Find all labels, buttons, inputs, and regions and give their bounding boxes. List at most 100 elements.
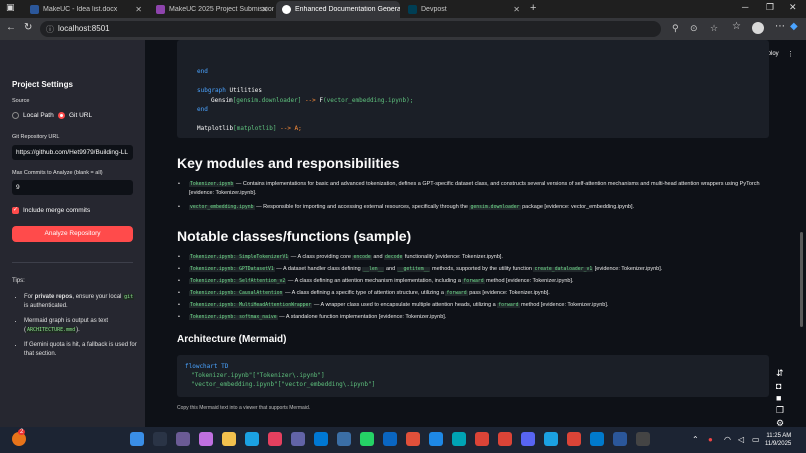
photos-icon[interactable] (429, 432, 443, 446)
bullet-text: — A standalone function implementation [… (277, 314, 447, 320)
bullet-text: and (371, 254, 385, 260)
radio-git-url[interactable]: Git URL (58, 112, 92, 119)
source-label: Source (12, 98, 30, 104)
tab-project-submission[interactable]: MakeUC 2025 Project Submission ✕ (150, 1, 274, 18)
code-text: [gensim.downloader] (232, 97, 302, 104)
tab-enhanced-documentation[interactable]: Enhanced Documentation Genera ✕ (276, 1, 400, 18)
task-view-icon[interactable] (176, 432, 190, 446)
copilot-icon[interactable]: ◆ (790, 21, 798, 32)
omnibox[interactable]: ⓘ localhost:8501 ⚲ ⊙ ☆ (40, 21, 718, 37)
scrollbar[interactable] (800, 232, 803, 327)
close-icon[interactable]: ✕ (387, 5, 394, 14)
bullet-text: — Contains implementations for basic and… (189, 181, 760, 196)
new-tab-icon[interactable]: + (530, 2, 536, 14)
close-icon[interactable]: ✕ (513, 5, 520, 14)
chrome-profile-icon[interactable] (498, 432, 512, 446)
code-text: Gensim (211, 97, 233, 104)
tip-text: ). (76, 327, 80, 333)
tray-chevron-icon[interactable]: ⌃ (692, 435, 699, 444)
window-close-icon[interactable]: ✕ (789, 2, 797, 13)
streamlit-icon (282, 5, 291, 14)
maximize-icon[interactable]: ❐ (766, 2, 774, 13)
terminal-icon[interactable] (636, 432, 650, 446)
analyze-repository-button[interactable]: Analyze Repository (12, 226, 133, 242)
chrome-icon[interactable] (475, 432, 489, 446)
code-text: end (197, 106, 208, 113)
bookmark-star-icon[interactable]: ☆ (710, 23, 718, 34)
minimize-icon[interactable]: ─ (742, 2, 748, 12)
volume-icon[interactable]: ◁ (738, 435, 744, 444)
collapse-icon[interactable]: ⇵ (776, 368, 784, 379)
phone-link-icon[interactable] (383, 432, 397, 446)
class-item: Tokenizer.ipynb: CausalAttention — A cla… (178, 289, 761, 298)
zoom-icon[interactable]: ⚲ (672, 23, 679, 34)
battery-icon[interactable]: ▭ (752, 435, 760, 444)
vscode-icon[interactable] (590, 432, 604, 446)
mail-icon[interactable] (314, 432, 328, 446)
radio-local-path[interactable]: Local Path (12, 112, 54, 119)
edge-icon[interactable] (245, 432, 259, 446)
password-icon[interactable]: ⊙ (690, 23, 698, 34)
browser-chrome: ▣ MakeUC - Idea list.docx ✕ MakeUC 2025 … (0, 0, 806, 40)
main-menu-icon[interactable]: ⋮ (787, 50, 794, 58)
reload-icon[interactable]: ↻ (24, 22, 32, 33)
class-item: Tokenizer.ipynb: GPTDatasetV1 — A datase… (178, 265, 761, 274)
app-icon[interactable] (452, 432, 466, 446)
search-icon[interactable] (153, 432, 167, 446)
inline-code: __getitem__ (396, 267, 431, 272)
bullet-text: — A dataset handler class defining (274, 266, 363, 272)
whatsapp-icon[interactable] (360, 432, 374, 446)
tab-label: Devpost (421, 6, 447, 13)
copilot-app-icon[interactable] (199, 432, 213, 446)
url-text[interactable]: localhost:8501 (58, 24, 110, 33)
word-app-icon[interactable] (613, 432, 627, 446)
close-icon[interactable]: ✕ (261, 5, 268, 14)
security-icon[interactable]: ● (708, 435, 713, 444)
notepad-icon[interactable] (337, 432, 351, 446)
site-info-icon[interactable]: ⓘ (46, 24, 54, 35)
merge-commits-checkbox[interactable]: ✓ Include merge commits (12, 207, 90, 214)
max-commits-label: Max Commits to Analyze (blank = all) (12, 170, 103, 176)
back-icon[interactable]: ← (6, 22, 16, 33)
brave-icon[interactable] (406, 432, 420, 446)
max-commits-input[interactable]: 9 (12, 180, 133, 195)
code-text: Utilities (225, 87, 263, 94)
file-explorer-icon[interactable] (222, 432, 236, 446)
close-icon[interactable]: ✕ (135, 5, 142, 14)
profile-avatar[interactable] (752, 22, 764, 34)
modules-heading: Key modules and responsibilities (177, 155, 400, 171)
edge-active-icon[interactable] (544, 432, 558, 446)
clock[interactable]: 11:25 AM 11/9/2025 (765, 432, 791, 448)
inline-code: forward (497, 303, 520, 308)
video-icon[interactable]: ■ (776, 393, 784, 403)
repo-url-input[interactable]: https://github.com/Het9979/Building-LL (12, 145, 133, 160)
menu-icon[interactable]: ⋯ (775, 21, 785, 32)
tab-idea-list[interactable]: MakeUC - Idea list.docx ✕ (24, 1, 148, 18)
window-icon[interactable]: ❐ (776, 405, 784, 416)
classes-heading: Notable classes/functions (sample) (177, 228, 412, 244)
start-icon[interactable] (130, 432, 144, 446)
sidebar-divider (12, 262, 133, 263)
discord-icon[interactable] (521, 432, 535, 446)
extensions-icon[interactable]: ☆ (732, 21, 741, 32)
chrome-dev-icon[interactable] (567, 432, 581, 446)
word-icon (30, 5, 39, 14)
bullet-text: methods, supported by the utility functi… (430, 266, 534, 272)
teams-icon[interactable] (291, 432, 305, 446)
camera-icon[interactable]: ◘ (776, 381, 784, 391)
store-icon[interactable] (268, 432, 282, 446)
tab-devpost[interactable]: Devpost ✕ (402, 1, 526, 18)
tab-strip: ▣ MakeUC - Idea list.docx ✕ MakeUC 2025 … (0, 0, 806, 18)
bullet-text: — A wrapper class used to encapsulate mu… (312, 302, 498, 308)
mermaid-caption: Copy this Mermaid text into a viewer tha… (177, 405, 311, 411)
class-item: Tokenizer.ipynb: SelfAttention_v2 — A cl… (178, 277, 761, 286)
inline-code: forward (445, 291, 468, 296)
wifi-icon[interactable]: ◠ (724, 435, 731, 444)
tab-actions-icon[interactable]: ▣ (6, 2, 15, 13)
tab-label: MakeUC 2025 Project Submission (169, 6, 274, 13)
code-line: "Tokenizer.ipynb"["Tokenizer\.ipynb"] (191, 372, 325, 379)
radio-dot-selected (58, 112, 65, 119)
bullet-text: package [evidence: vector_embedding.ipyn… (520, 204, 635, 210)
tips-title: Tips: (12, 278, 25, 284)
bullet-text: — A class defining a specific type of at… (283, 290, 446, 296)
